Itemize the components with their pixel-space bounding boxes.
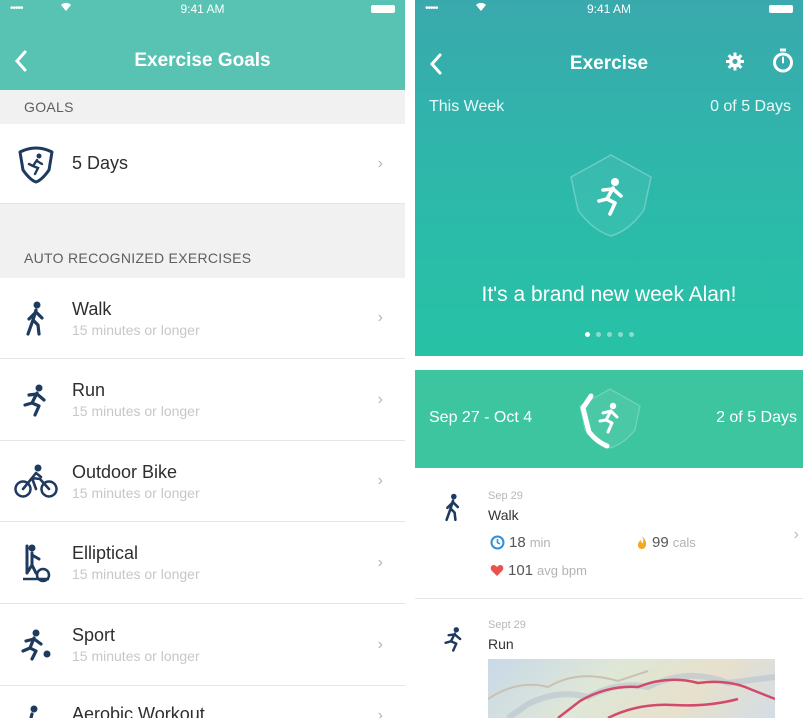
page-dot[interactable]	[595, 332, 601, 337]
exercise-name: Sport	[72, 625, 116, 645]
page-dot[interactable]	[584, 332, 590, 337]
route-map[interactable]	[488, 659, 775, 718]
signal-icon: •••••	[10, 3, 23, 14]
chevron-left-icon	[14, 50, 27, 72]
activity-entry-walk[interactable]: Sep 29 Walk 18 min 99 cals 101 avg bpm ›	[415, 468, 803, 599]
exercise-screen: ••••• 9:41 AM Exercise This Week 0 of 5 …	[415, 0, 803, 718]
duration-value: 18	[509, 534, 526, 551]
stopwatch-button[interactable]	[771, 48, 795, 80]
heart-icon	[490, 565, 504, 576]
goal-label: 5 Days	[72, 153, 129, 173]
route-path-graphic	[488, 670, 775, 718]
run-icon	[441, 625, 467, 658]
chevron-right-icon: ›	[377, 707, 383, 718]
exercise-threshold: 15 minutes or longer	[72, 321, 200, 338]
walk-icon	[441, 492, 465, 527]
exercise-threshold: 15 minutes or longer	[72, 566, 200, 582]
exercise-row-elliptical[interactable]: Elliptical 15 minutes or longer ›	[0, 522, 405, 604]
sport-icon	[0, 628, 72, 662]
aerobic-icon	[0, 704, 72, 718]
wifi-icon	[60, 2, 72, 15]
goals-section-label: GOALS	[0, 90, 405, 124]
flame-icon	[638, 536, 647, 549]
exercise-row-sport[interactable]: Sport 15 minutes or longer ›	[0, 604, 405, 686]
week-progress: 2 of 5 Days	[716, 409, 797, 426]
this-week-label: This Week	[429, 98, 505, 115]
this-week-progress: 0 of 5 Days	[710, 98, 791, 115]
heart-rate-unit: avg bpm	[537, 563, 587, 578]
heart-rate-stat: 101 avg bpm	[490, 562, 587, 579]
gear-icon	[726, 52, 744, 71]
exercise-name: Run	[72, 380, 106, 400]
chevron-right-icon: ›	[377, 635, 383, 653]
wifi-icon	[475, 2, 487, 15]
chevron-right-icon: ›	[377, 154, 383, 172]
exercise-threshold: 15 minutes or longer	[72, 648, 200, 664]
chevron-right-icon: ›	[793, 526, 799, 543]
activity-title: Walk	[488, 507, 519, 523]
activity-date: Sept 29	[488, 619, 526, 631]
calories-stat: 99 cals	[636, 534, 696, 551]
back-button[interactable]	[429, 50, 447, 78]
exercise-threshold: 15 minutes or longer	[72, 403, 200, 419]
goal-days-row[interactable]: 5 Days ›	[0, 124, 405, 204]
signal-icon: •••••	[425, 3, 438, 14]
status-bar: ••••• 9:41 AM	[0, 0, 405, 18]
clock-icon	[490, 535, 505, 550]
settings-button[interactable]	[725, 52, 745, 77]
page-indicator[interactable]	[415, 332, 803, 337]
battery-icon	[769, 5, 793, 13]
goal-badge-icon	[0, 142, 72, 186]
heart-rate-value: 101	[508, 562, 534, 579]
hero-message: It's a brand new week Alan!	[481, 283, 737, 306]
page-title: Exercise Goals	[134, 50, 271, 71]
elliptical-icon	[0, 543, 72, 583]
exercise-row-run[interactable]: Run 15 minutes or longer ›	[0, 359, 405, 441]
chevron-right-icon: ›	[377, 390, 383, 408]
page-dot[interactable]	[617, 332, 623, 337]
chevron-right-icon: ›	[377, 472, 383, 489]
back-button[interactable]	[14, 47, 32, 75]
run-icon	[0, 383, 72, 417]
status-time: 9:41 AM	[180, 2, 225, 16]
exercise-name: Walk	[72, 298, 112, 319]
status-time: 9:41 AM	[586, 2, 632, 16]
chevron-left-icon	[429, 53, 442, 75]
exercise-row-aerobic-workout[interactable]: Aerobic Workout ›	[0, 686, 405, 718]
walk-icon	[0, 300, 72, 336]
header-bar: ••••• 9:41 AM Exercise Goals	[0, 0, 405, 90]
battery-icon	[371, 5, 395, 13]
past-week-summary[interactable]: Sep 27 - Oct 4 2 of 5 Days	[415, 370, 803, 468]
this-week-hero[interactable]: ••••• 9:41 AM Exercise This Week 0 of 5 …	[415, 0, 803, 356]
partial-goal-badge-icon	[577, 386, 643, 455]
page-title: Exercise	[569, 53, 649, 74]
chevron-right-icon: ›	[377, 309, 383, 326]
calories-unit: cals	[672, 535, 696, 550]
exercise-row-outdoor-bike[interactable]: Outdoor Bike 15 minutes or longer ›	[0, 441, 405, 522]
exercise-threshold: 15 minutes or longer	[72, 484, 200, 501]
page-dot[interactable]	[628, 332, 634, 337]
auto-recognized-section-label: AUTO RECOGNIZED EXERCISES	[0, 204, 405, 278]
calories-value: 99	[652, 534, 669, 551]
screen-divider	[405, 0, 415, 718]
exercise-name: Aerobic Workout	[72, 704, 205, 718]
exercise-name: Outdoor Bike	[72, 461, 178, 482]
week-range: Sep 27 - Oct 4	[429, 409, 533, 426]
duration-stat: 18 min	[490, 534, 551, 551]
exercise-name: Elliptical	[72, 543, 139, 563]
page-dot[interactable]	[606, 332, 612, 337]
status-bar: ••••• 9:41 AM	[415, 0, 803, 18]
chevron-right-icon: ›	[377, 553, 383, 571]
activity-title: Run	[488, 636, 514, 652]
stopwatch-icon	[773, 48, 793, 73]
bike-icon	[0, 463, 72, 499]
activity-date: Sep 29	[488, 490, 523, 502]
weekly-goal-badge-icon	[568, 152, 654, 243]
exercise-goals-screen: ••••• 9:41 AM Exercise Goals GOALS 5 Day…	[0, 0, 405, 718]
duration-unit: min	[529, 535, 551, 550]
exercise-row-walk[interactable]: Walk 15 minutes or longer ›	[0, 278, 405, 359]
